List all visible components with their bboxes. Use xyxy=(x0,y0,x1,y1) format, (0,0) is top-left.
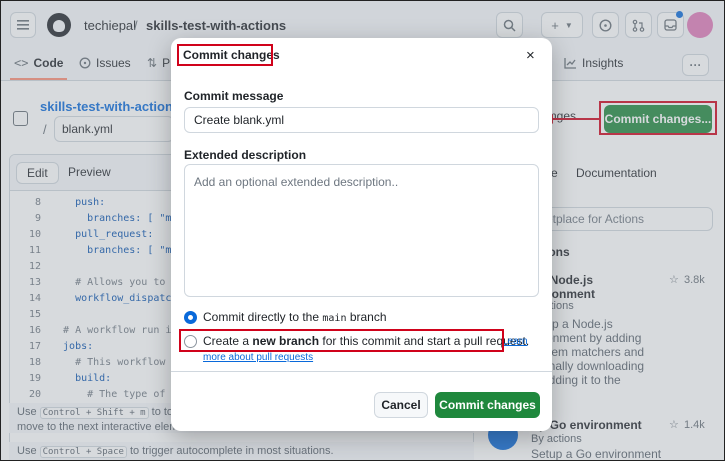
commit-message-label: Commit message xyxy=(184,89,284,103)
learn-more-link-part2[interactable]: more about pull requests xyxy=(203,352,313,363)
commit-changes-button[interactable]: Commit changes xyxy=(435,392,540,418)
radio-commit-directly[interactable] xyxy=(184,311,197,324)
commit-message-input[interactable]: Create blank.yml xyxy=(184,107,539,133)
option1-post: branch xyxy=(349,310,387,324)
extended-description-label: Extended description xyxy=(184,148,307,162)
option1-branch: main xyxy=(322,313,347,324)
learn-more-link-part1[interactable]: Learn xyxy=(502,336,528,347)
extended-description-textarea[interactable]: Add an optional extended description.. xyxy=(184,164,539,297)
commit-changes-dialog: Commit changes × Commit message Create b… xyxy=(171,38,552,431)
option-commit-directly-label[interactable]: Commit directly to the main branch xyxy=(203,310,387,324)
dialog-footer-divider xyxy=(171,371,552,372)
annotation-box-new-branch xyxy=(179,329,504,352)
option1-pre: Commit directly to the xyxy=(203,310,320,324)
app-frame: techiepal / skills-test-with-actions + ▼… xyxy=(0,0,725,461)
close-icon[interactable]: × xyxy=(526,47,535,64)
annotation-box-title xyxy=(177,44,273,66)
cancel-button[interactable]: Cancel xyxy=(374,392,428,418)
